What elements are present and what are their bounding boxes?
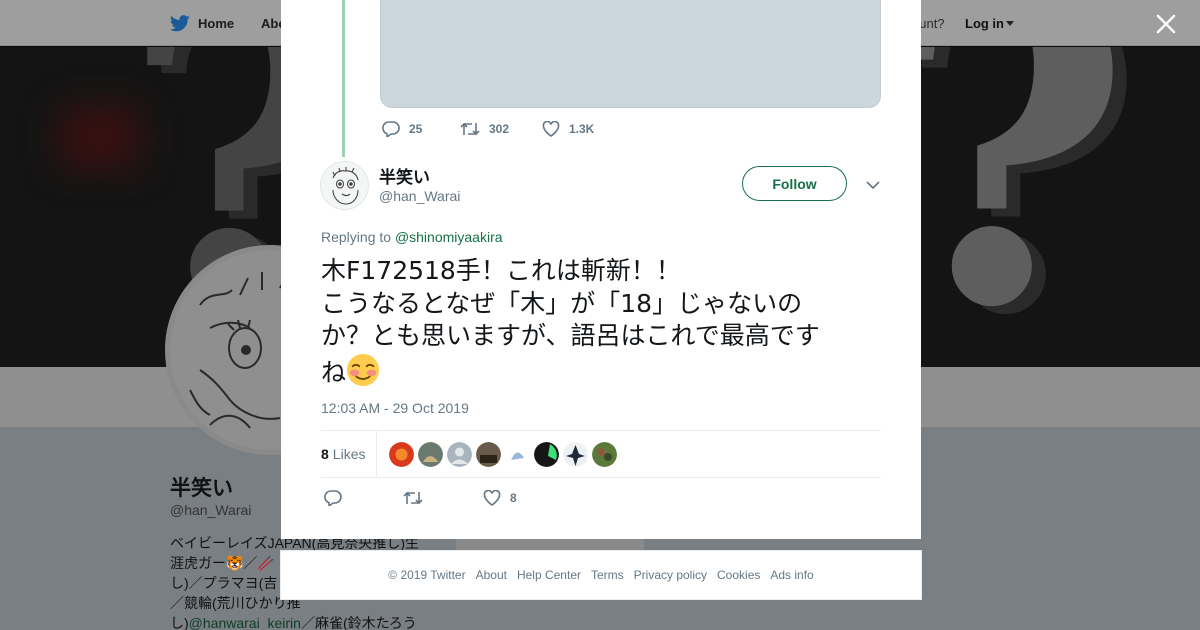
replying-to-link[interactable]: @shinomiyaakira (395, 229, 503, 245)
nav-home[interactable]: Home (170, 0, 234, 46)
smiling-face-emoji-icon (346, 353, 380, 386)
footer-link-terms[interactable]: Terms (591, 568, 624, 582)
follow-button[interactable]: Follow (742, 166, 847, 201)
footer-link-privacy[interactable]: Privacy policy (634, 568, 707, 582)
tweet-menu-button[interactable] (865, 177, 881, 193)
modal-footer: © 2019 Twitter About Help Center Terms P… (280, 550, 922, 600)
close-modal-button[interactable] (1155, 13, 1177, 35)
liker-avatar[interactable] (418, 442, 443, 467)
tweet-text-line: 木F172518手！これは斬新！！ (321, 256, 681, 285)
like-count: 8 (510, 491, 517, 505)
tweet-text-line: か？とも思いますが、語呂はこれで最高です (321, 321, 820, 350)
bio-text: ／麻雀(鈴木たろう (300, 615, 417, 630)
caret-down-icon (1006, 20, 1014, 26)
liker-avatar[interactable] (476, 442, 501, 467)
replying-to-prefix: Replying to (321, 229, 392, 245)
thread-connector-line (342, 0, 345, 157)
likes-summary[interactable]: 8 Likes (321, 446, 365, 462)
tweet-text: 木F172518手！これは斬新！！ こうなるとなぜ「木」が「18」じゃないの か… (321, 255, 886, 389)
liker-avatar[interactable] (505, 442, 530, 467)
parent-tweet-actions: 25 302 1.3K (382, 121, 594, 137)
parent-tweet-media[interactable] (380, 0, 881, 108)
liker-avatar[interactable] (447, 442, 472, 467)
reply-icon (382, 121, 400, 137)
bio-text: し) (170, 615, 189, 630)
footer-copyright: © 2019 Twitter (388, 568, 466, 582)
nav-home-label: Home (198, 15, 235, 31)
reply-button[interactable] (324, 490, 403, 506)
sketch-face-avatar-small (332, 167, 359, 205)
chevron-down-icon (866, 181, 880, 190)
like-button[interactable]: 8 (483, 490, 517, 506)
profile-name: 半笑い (170, 477, 233, 500)
retweet-count: 302 (489, 122, 510, 136)
replying-to: Replying to @shinomiyaakira (321, 229, 503, 245)
profile-handle: @han_Warai (170, 502, 252, 518)
tweet-text-fragment: ね (321, 357, 347, 387)
likes-label: Likes (332, 446, 366, 462)
liker-avatar[interactable] (389, 442, 414, 467)
author-name[interactable]: 半笑い (379, 163, 430, 188)
retweet-button[interactable]: 302 (460, 121, 542, 137)
tweet-stats: 8 Likes (321, 430, 881, 478)
likers-avatars (389, 442, 621, 467)
retweet-button[interactable] (403, 490, 483, 506)
tweet-timestamp[interactable]: 12:03 AM - 29 Oct 2019 (321, 400, 469, 416)
footer-link-about[interactable]: About (476, 568, 507, 582)
close-icon (1156, 14, 1176, 34)
twitter-bird-icon (170, 14, 190, 31)
like-count: 1.3K (569, 122, 595, 136)
stats-divider (376, 431, 377, 478)
heart-icon (542, 121, 560, 137)
login-dropdown[interactable]: Log in (965, 0, 1014, 46)
tweet-actions: 8 (324, 490, 517, 506)
author-handle[interactable]: @han_Warai (379, 188, 460, 204)
retweet-icon (460, 122, 480, 136)
footer-link-help-center[interactable]: Help Center (517, 568, 581, 582)
like-button[interactable]: 1.3K (542, 121, 594, 137)
heart-icon (483, 490, 501, 506)
tweet-text-line: ね (321, 353, 886, 390)
reply-count: 25 (409, 122, 423, 136)
author-avatar[interactable] (320, 161, 369, 210)
liker-avatar[interactable] (563, 442, 588, 467)
bio-line: し)@hanwarai_keirin／麻雀(鈴木たろう (170, 613, 425, 630)
tweet-text-line: こうなるとなぜ「木」が「18」じゃないの (321, 288, 803, 318)
reply-button[interactable]: 25 (382, 121, 460, 137)
bio-link-keirin[interactable]: @hanwarai_keirin (189, 615, 301, 630)
footer-link-ads-info[interactable]: Ads info (770, 568, 813, 582)
liker-avatar[interactable] (592, 442, 617, 467)
footer-link-cookies[interactable]: Cookies (717, 568, 760, 582)
tweet-modal: 25 302 1.3K 半笑い @han_Warai Follow Replyi… (281, 0, 921, 539)
retweet-icon (403, 491, 423, 505)
reply-icon (324, 490, 342, 506)
login-label: Log in (965, 15, 1004, 31)
likes-number: 8 (321, 446, 329, 462)
liker-avatar[interactable] (534, 442, 559, 467)
